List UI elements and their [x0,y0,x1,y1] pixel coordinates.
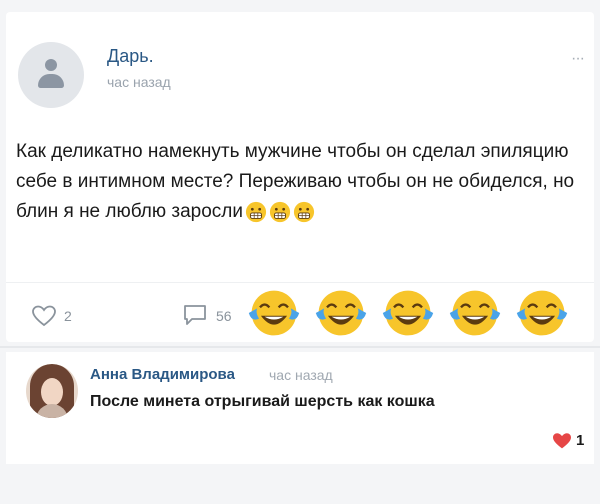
post-card: Дарь. час назад ··· Как деликатно намекн… [6,12,594,342]
comment-bubble-icon[interactable] [182,303,208,327]
post-text: Как деликатно намекнуть мужчине чтобы он… [16,137,596,227]
comment-text: После минета отрыгивай шерсть как кошка [90,393,435,410]
tears-of-joy-emoji [514,285,570,341]
tears-of-joy-emoji [380,285,436,341]
section-divider [0,346,600,348]
tears-of-joy-emoji [447,285,503,341]
post-actions-bar: 2 56 [6,282,594,343]
like-count: 2 [64,308,72,324]
avatar-head [45,59,57,71]
tears-of-joy-emoji [313,285,369,341]
post-time[interactable]: час назад [107,74,171,90]
avatar-face [41,378,63,406]
grimacing-face-emoji [269,201,291,223]
post-author-name[interactable]: Дарь. [107,46,154,67]
comment-like-count: 1 [576,432,585,449]
heart-filled-icon[interactable] [552,432,572,450]
comment-author-name[interactable]: Анна Владимирова [90,366,235,383]
heart-outline-icon[interactable] [32,305,56,327]
avatar-shoulders [38,74,64,88]
comment-time[interactable]: час назад [269,367,333,383]
more-options-icon[interactable]: ··· [571,50,585,68]
grimacing-face-emoji [293,201,315,223]
commenter-avatar[interactable] [26,364,78,418]
grimacing-face-emoji [245,201,267,223]
author-avatar[interactable] [18,42,84,108]
comment-card: Анна Владимирова час назад После минета … [6,352,594,464]
tears-of-joy-emoji [246,285,302,341]
comment-count: 56 [216,308,232,324]
